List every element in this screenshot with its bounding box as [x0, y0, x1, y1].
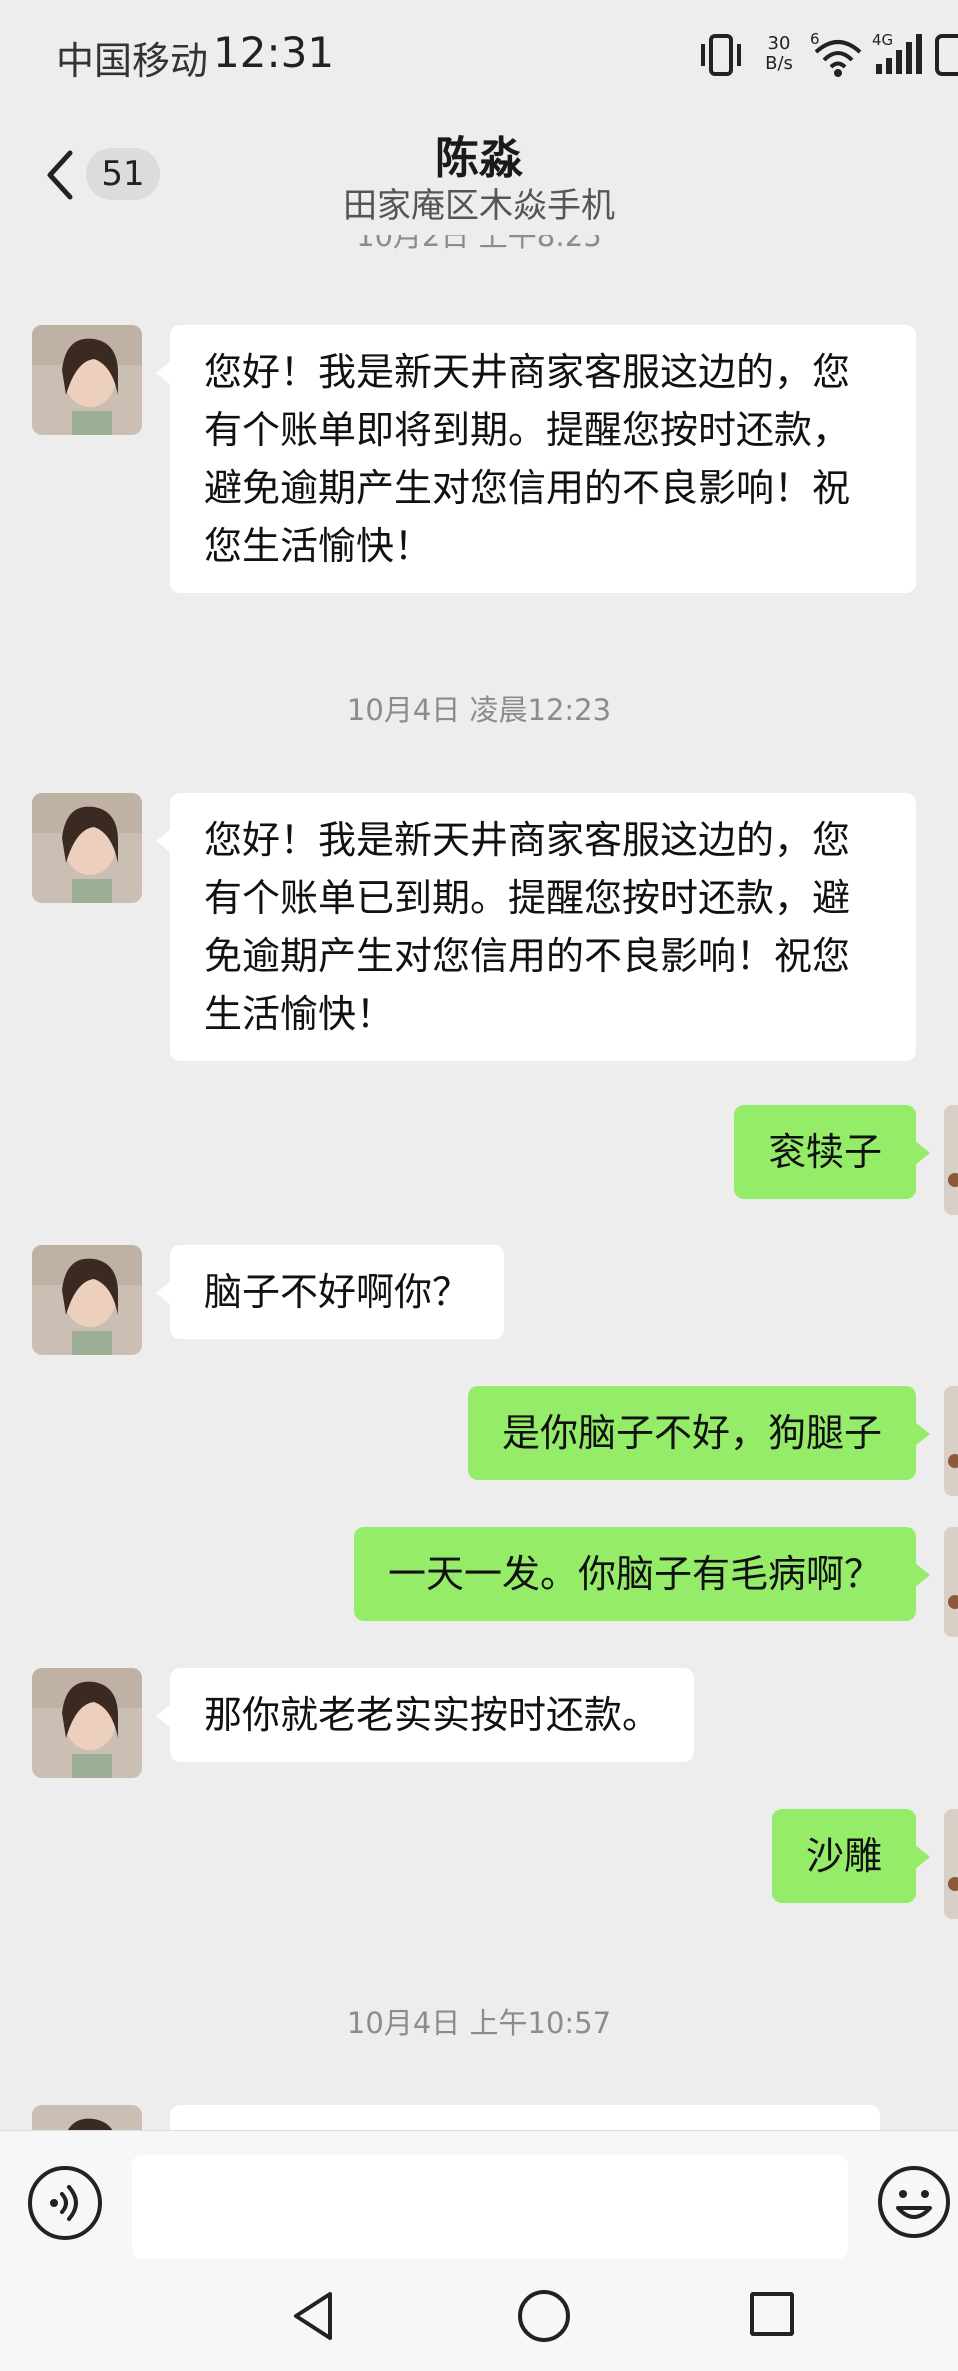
contact-avatar[interactable]	[32, 325, 142, 435]
wifi-icon: 6	[810, 30, 862, 77]
message-bubble-outgoing[interactable]: 衮犊子	[733, 1105, 931, 1199]
voice-icon[interactable]	[28, 2166, 102, 2240]
status-bar: 中国移动 12:31 30 B/s 6 4G	[0, 0, 958, 110]
net-speed: 30 B/s	[762, 34, 796, 74]
contact-avatar[interactable]	[32, 1668, 142, 1778]
contact-subtitle: 田家庵区木焱手机	[343, 186, 615, 226]
my-avatar[interactable]	[944, 1386, 958, 1496]
nav-back-icon[interactable]	[290, 2290, 336, 2342]
message-input[interactable]	[132, 2155, 848, 2259]
contact-avatar[interactable]	[32, 2105, 142, 2130]
carrier-name: 中国移动	[56, 39, 209, 83]
timestamp: 10月2日 上午8:25	[356, 235, 602, 253]
message-bubble-incoming[interactable]: 您好！我是新天井商家客服这边的，您有个账单即将到期。提醒您按时还款，避免逾期产生…	[156, 325, 916, 593]
chat-screen: 中国移动 12:31 30 B/s 6 4G 51 陈淼 田家庵区木焱手机 10…	[0, 0, 958, 2371]
message-bubble-incoming-partial[interactable]	[170, 2105, 880, 2130]
vibrate-icon	[701, 34, 741, 76]
net-speed-unit: B/s	[765, 53, 793, 74]
chat-header: 51 陈淼 田家庵区木焱手机	[0, 110, 958, 235]
nav-home-icon[interactable]	[518, 2290, 570, 2342]
message-bubble-outgoing[interactable]: 是你脑子不好，狗腿子	[467, 1386, 931, 1480]
signal-icon: 4G	[872, 31, 922, 74]
contact-avatar[interactable]	[32, 793, 142, 903]
message-bubble-incoming[interactable]: 那你就老老实实按时还款。	[155, 1668, 695, 1762]
battery-icon	[935, 34, 958, 76]
net-speed-value: 30	[767, 33, 791, 54]
message-bubble-incoming[interactable]: 您好！我是新天井商家客服这边的，您有个账单已到期。提醒您按时还款，避免逾期产生对…	[156, 793, 916, 1061]
my-avatar[interactable]	[944, 1809, 958, 1919]
timestamp: 10月4日 上午10:57	[346, 2006, 612, 2040]
system-nav-bar	[0, 2270, 958, 2371]
message-bubble-outgoing[interactable]: 沙雕	[771, 1809, 931, 1903]
wifi-badge: 6	[810, 30, 820, 48]
nav-recent-icon[interactable]	[750, 2292, 794, 2336]
message-bubble-incoming[interactable]: 脑子不好啊你？	[155, 1245, 505, 1339]
message-list[interactable]: 10月2日 上午8:25 您好！我是新天井商家客服这边的，您有个账单即将到期。提…	[0, 235, 958, 2130]
my-avatar[interactable]	[944, 1105, 958, 1215]
emoji-icon[interactable]	[876, 2164, 952, 2240]
input-bar	[0, 2130, 958, 2270]
cell-badge: 4G	[872, 31, 893, 49]
timestamp: 10月4日 凌晨12:23	[346, 693, 612, 727]
my-avatar[interactable]	[944, 1527, 958, 1637]
contact-avatar[interactable]	[32, 1245, 142, 1355]
contact-name: 陈淼	[435, 133, 523, 184]
status-time: 12:31	[213, 28, 335, 77]
message-bubble-outgoing[interactable]: 一天一发。你脑子有毛病啊？	[353, 1527, 931, 1621]
